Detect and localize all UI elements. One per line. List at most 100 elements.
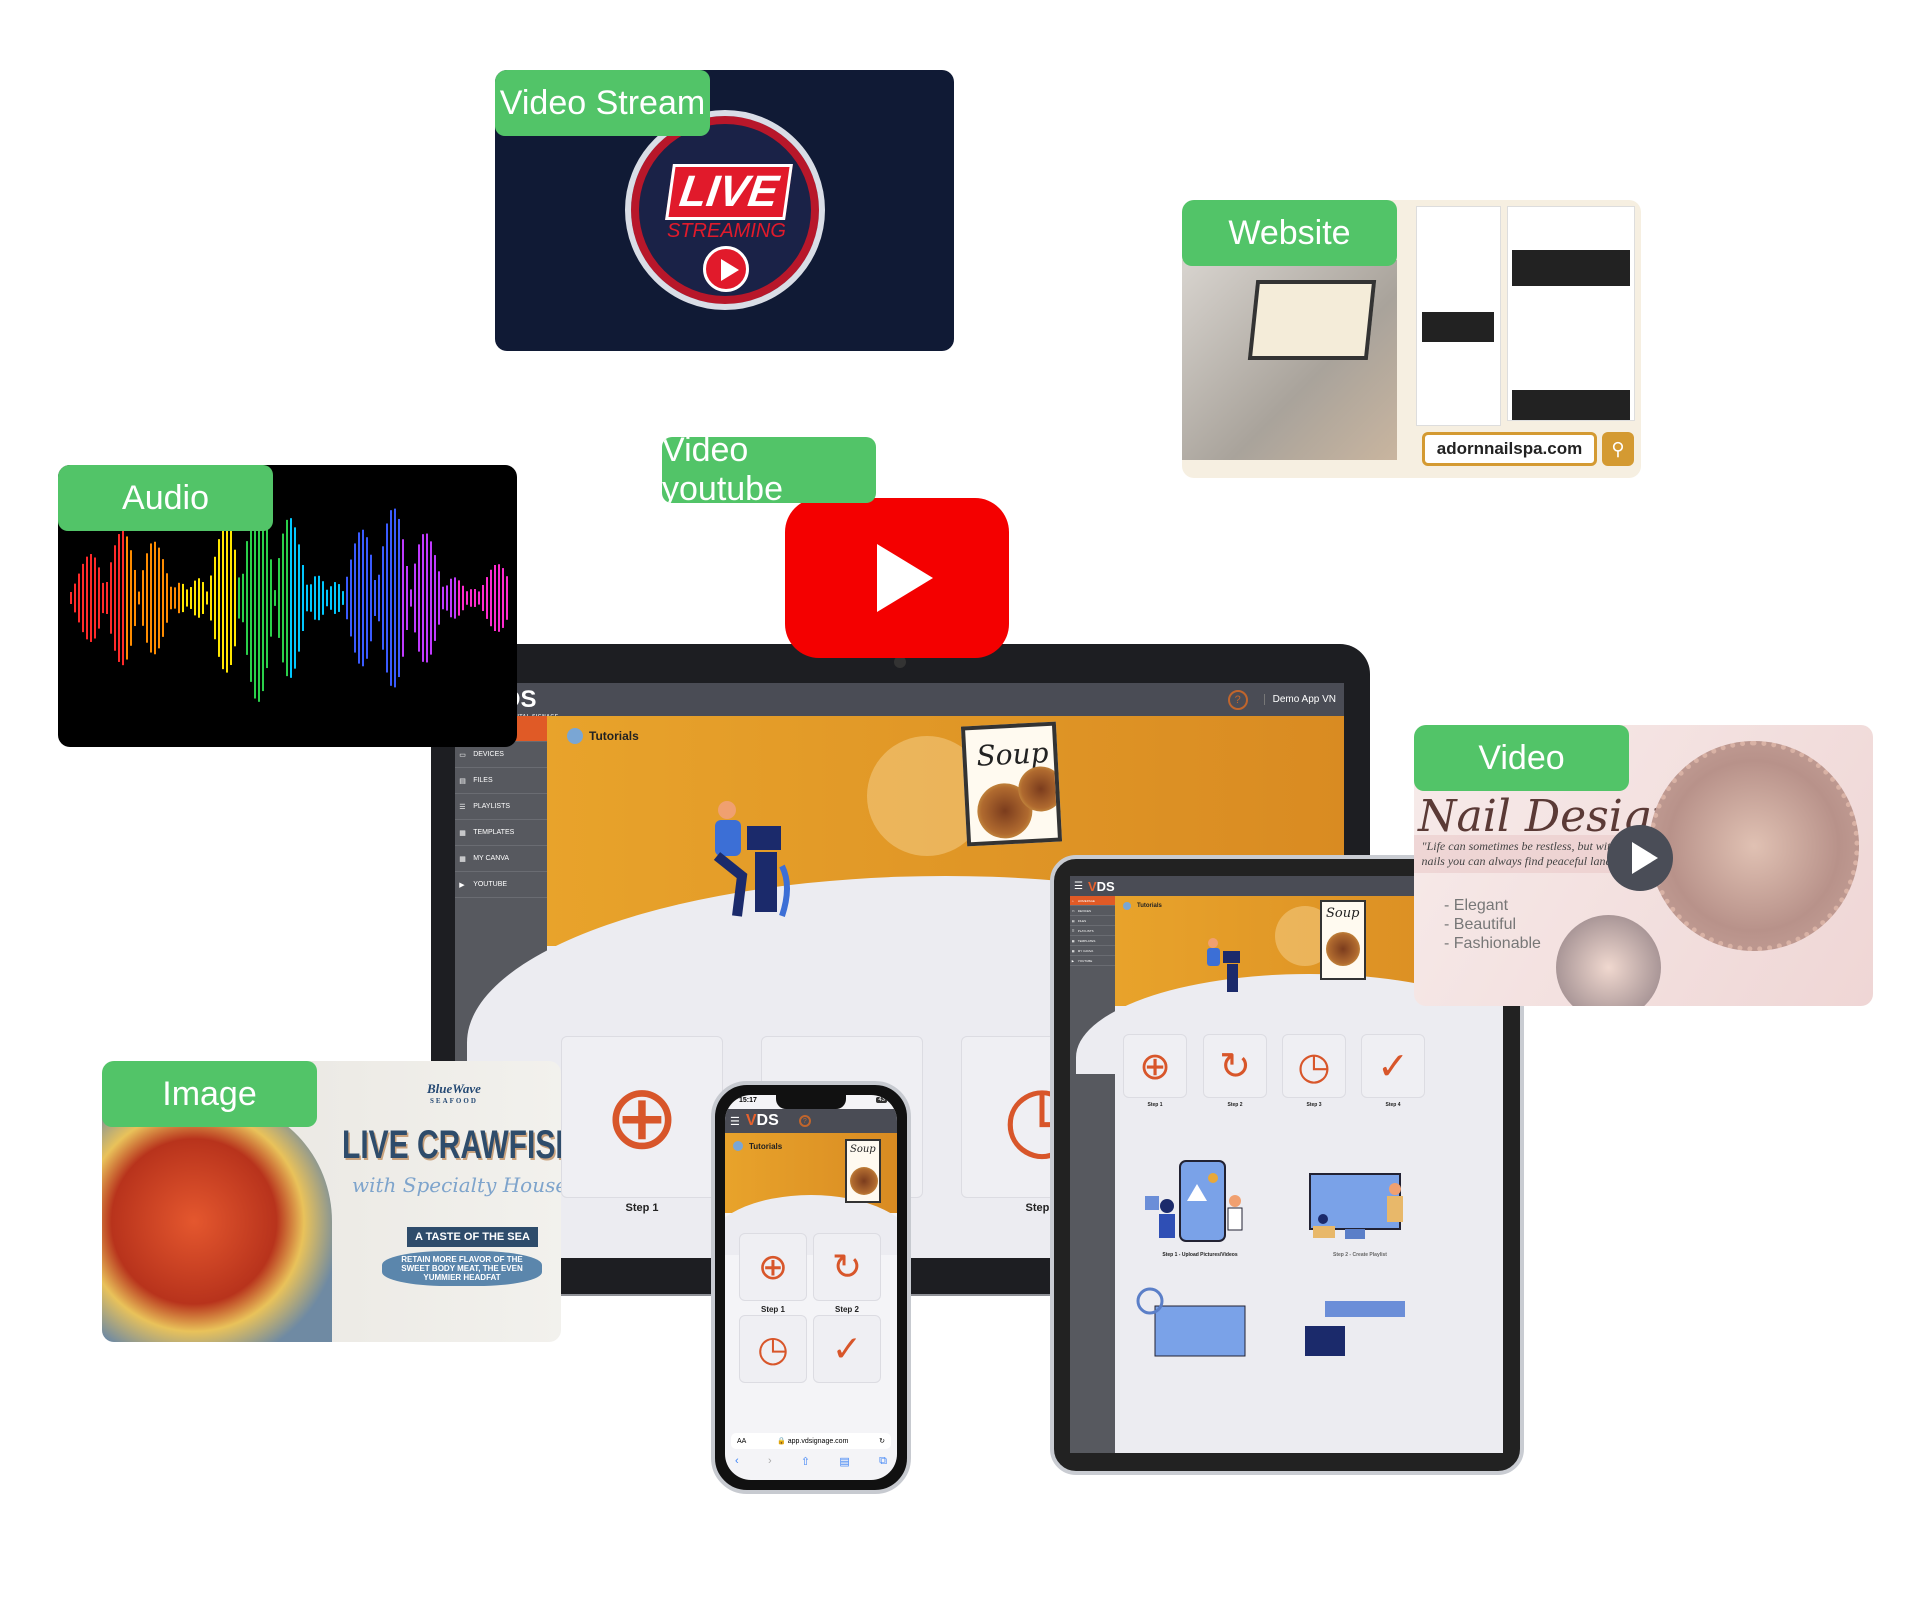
- body-text: RETAIN MORE FLAVOR OF THE SWEET BODY MEA…: [382, 1251, 542, 1286]
- waveform-bar: [330, 586, 332, 610]
- sidebar-item-files[interactable]: ▤ FILES: [455, 768, 547, 794]
- badge: A TASTE OF THE SEA: [407, 1227, 538, 1247]
- waveform-bar: [226, 523, 228, 673]
- play-icon: [703, 246, 749, 292]
- video-card[interactable]: Video Nail Design "Life can sometimes be…: [1414, 725, 1873, 1006]
- sidebar-item-label: PLAYLISTS: [473, 803, 511, 810]
- person-at-desk-illustration: [713, 801, 790, 917]
- sidebar-item-label: YOUTUBE: [1077, 958, 1093, 963]
- website-card[interactable]: Website adornnailspa.com ⚲: [1182, 200, 1641, 478]
- url-bar[interactable]: adornnailspa.com: [1422, 432, 1597, 466]
- sidebar-item-my-canva[interactable]: ▦ MY CANVA: [1070, 946, 1115, 956]
- waveform-bar: [86, 556, 88, 640]
- audio-label: Audio: [58, 465, 273, 531]
- help-icon[interactable]: ?: [798, 1115, 811, 1127]
- waveform-bar: [322, 581, 324, 615]
- video-youtube-label: Video youtube: [662, 437, 876, 503]
- feature-item: - Elegant: [1444, 897, 1509, 914]
- tutorials-heading: Tutorials: [567, 728, 639, 744]
- waveform-bar: [454, 577, 456, 619]
- waveform-bar: [162, 559, 164, 637]
- clock-icon: ◷: [757, 1328, 789, 1369]
- waveform-bar: [358, 532, 360, 664]
- play-icon[interactable]: [1607, 825, 1673, 891]
- soup-poster: Soup: [960, 721, 1063, 847]
- step-3-card[interactable]: ◷: [1282, 1034, 1346, 1098]
- guide-label: Step 2 - Create Playlist: [1333, 1252, 1387, 1258]
- waveform-bar: [242, 573, 244, 623]
- share-icon[interactable]: ⇧: [801, 1455, 810, 1468]
- sidebar-item-label: TEMPLATES: [473, 829, 515, 836]
- waveform-bar: [218, 539, 220, 657]
- youtube-play-icon[interactable]: [785, 498, 1009, 658]
- sidebar-item-templates[interactable]: ▦ TEMPLATES: [1070, 936, 1115, 946]
- waveform-bar: [354, 543, 356, 653]
- step-1-card[interactable]: ⊕: [739, 1233, 807, 1301]
- sidebar-item-playlists[interactable]: ☰ PLAYLISTS: [1070, 926, 1115, 936]
- waveform-bar: [326, 589, 328, 607]
- step-3-card[interactable]: ◷: [739, 1315, 807, 1383]
- reload-icon[interactable]: ↻: [879, 1437, 885, 1445]
- waveform-bar: [430, 541, 432, 655]
- waveform-bar: [306, 584, 308, 612]
- video-label: Video: [1414, 725, 1629, 791]
- waveform-bar: [422, 534, 424, 662]
- forward-icon[interactable]: ›: [768, 1455, 772, 1468]
- waveform-bar: [278, 558, 280, 638]
- plus-circle-icon: ⊕: [604, 1067, 680, 1168]
- url-bar[interactable]: AA 🔒 app.vdsignage.com ↻: [731, 1433, 891, 1449]
- waveform-bar: [458, 580, 460, 616]
- waveform-bar: [474, 589, 476, 607]
- step-1-card[interactable]: ⊕: [1123, 1034, 1187, 1098]
- search-icon[interactable]: ⚲: [1602, 432, 1634, 466]
- bookmarks-icon[interactable]: ▤: [839, 1455, 849, 1468]
- help-icon[interactable]: ?: [1227, 689, 1248, 710]
- sidebar-item-devices[interactable]: ▭ DEVICES: [1070, 906, 1115, 916]
- waveform-bar: [350, 559, 352, 637]
- tabs-icon[interactable]: ⧉: [879, 1455, 887, 1468]
- waveform-bar: [462, 585, 464, 611]
- step-1-card[interactable]: ⊕: [561, 1036, 723, 1198]
- video-stream-card[interactable]: Video Stream LIVE STREAMING: [495, 70, 954, 351]
- back-icon[interactable]: ‹: [735, 1455, 739, 1468]
- vds-logo[interactable]: VDS: [1088, 879, 1115, 894]
- sidebar-item-homepage[interactable]: ⌂HOMEPAGE: [1070, 896, 1115, 906]
- account-name[interactable]: Demo App VN: [1263, 694, 1336, 705]
- waveform-bar: [286, 519, 288, 677]
- step-4-card[interactable]: ✓: [813, 1315, 881, 1383]
- sidebar-item-playlists[interactable]: ☰ PLAYLISTS: [455, 794, 547, 820]
- step-2-card[interactable]: ↻: [1203, 1034, 1267, 1098]
- browser-toolbar: ‹ › ⇧ ▤ ⧉: [735, 1455, 887, 1468]
- step-2-card[interactable]: ↻: [813, 1233, 881, 1301]
- menu-icon[interactable]: ☰: [1074, 881, 1083, 892]
- feature-item: - Beautiful: [1444, 916, 1517, 933]
- step-label: Step 3: [1306, 1102, 1322, 1108]
- sidebar-item-youtube[interactable]: ▶ YOUTUBE: [1070, 956, 1115, 966]
- create-playlist-illustration: [1309, 1173, 1403, 1239]
- waveform-bar: [182, 583, 184, 613]
- app-header: ☰ VDSVIDEO DIGITAL SIGNAGE ? Demo App VN: [455, 683, 1344, 720]
- waveform-bar: [118, 534, 120, 662]
- youtube-icon: ▶: [459, 881, 465, 889]
- waveform-bar: [466, 591, 468, 605]
- sidebar-item-templates[interactable]: ▦ TEMPLATES: [455, 820, 547, 846]
- audio-card[interactable]: Audio: [58, 465, 517, 747]
- file-icon: ▤: [459, 777, 466, 785]
- waveform-bar: [406, 566, 408, 630]
- check-icon: ✓: [831, 1328, 863, 1369]
- vds-logo[interactable]: VDS: [746, 1112, 779, 1130]
- menu-icon[interactable]: ☰: [730, 1115, 740, 1128]
- sidebar-item-files[interactable]: ▤ FILES: [1070, 916, 1115, 926]
- image-card[interactable]: Image BlueWave SEAFOOD LIVE CRAWFISH with…: [102, 1061, 561, 1342]
- waveform-bar: [106, 582, 108, 614]
- plus-circle-icon: ⊕: [757, 1246, 789, 1287]
- sidebar-item-youtube[interactable]: ▶ YOUTUBE: [455, 872, 547, 898]
- waveform-bar: [126, 536, 128, 660]
- text-size-button[interactable]: AA: [737, 1438, 746, 1445]
- refresh-icon: ↻: [831, 1246, 863, 1287]
- sidebar-item-my-canva[interactable]: ▦ MY CANVA: [455, 846, 547, 872]
- waveform-bar: [294, 527, 296, 669]
- battery-icon: 43: [876, 1097, 887, 1103]
- live-streaming-logo: LIVE STREAMING: [625, 110, 825, 310]
- step-4-card[interactable]: ✓: [1361, 1034, 1425, 1098]
